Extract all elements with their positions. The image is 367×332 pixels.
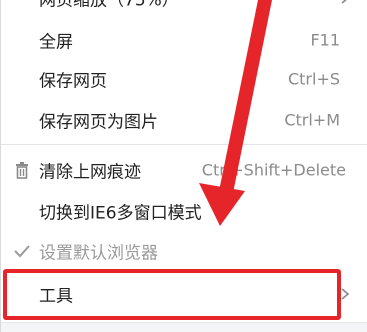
check-icon xyxy=(14,245,30,258)
menu-item-zoom[interactable]: 网页缩放（75%） xyxy=(1,0,367,18)
menu-item-save-as-image-label: 保存网页为图片 xyxy=(39,112,158,133)
menu-item-zoom-label: 网页缩放（75%） xyxy=(39,0,179,11)
menu-divider xyxy=(1,144,367,145)
highlight-annotation-box xyxy=(3,269,341,320)
menu-item-fullscreen-shortcut: F11 xyxy=(310,30,340,50)
menu-item-clear-history-shortcut: Ctrl+Shift+Delete xyxy=(201,160,346,180)
menu-item-clear-history-label: 清除上网痕迹 xyxy=(39,162,141,183)
menu-item-save-as-image[interactable]: 保存网页为图片 Ctrl+M xyxy=(1,100,367,140)
menu-item-save-page-label: 保存网页 xyxy=(39,71,107,92)
menu-item-fullscreen[interactable]: 全屏 F11 xyxy=(1,20,367,60)
menu-item-save-as-image-shortcut: Ctrl+M xyxy=(284,110,340,130)
menu-item-switch-ie6[interactable]: 切换到IE6多窗口模式 xyxy=(1,191,367,231)
menu-item-set-default-browser-label: 设置默认浏览器 xyxy=(39,243,158,264)
menu-item-set-default-browser: 设置默认浏览器 xyxy=(1,231,367,271)
trash-icon xyxy=(16,162,28,179)
menu-item-save-page-shortcut: Ctrl+S xyxy=(287,69,340,89)
menu-item-fullscreen-label: 全屏 xyxy=(39,32,73,53)
chevron-right-icon xyxy=(341,0,347,4)
menu-item-save-page[interactable]: 保存网页 Ctrl+S xyxy=(1,59,367,99)
screenshot-stage: 网页缩放（75%） 全屏 F11 保存网页 Ctrl+S 保存网页为图片 Ctr… xyxy=(0,0,367,332)
menu-item-clear-history[interactable]: 清除上网痕迹 Ctrl+Shift+Delete xyxy=(1,150,367,190)
chevron-right-icon xyxy=(341,288,350,300)
menu-item-switch-ie6-label: 切换到IE6多窗口模式 xyxy=(39,203,202,224)
menu-bottom-edge xyxy=(1,322,367,332)
